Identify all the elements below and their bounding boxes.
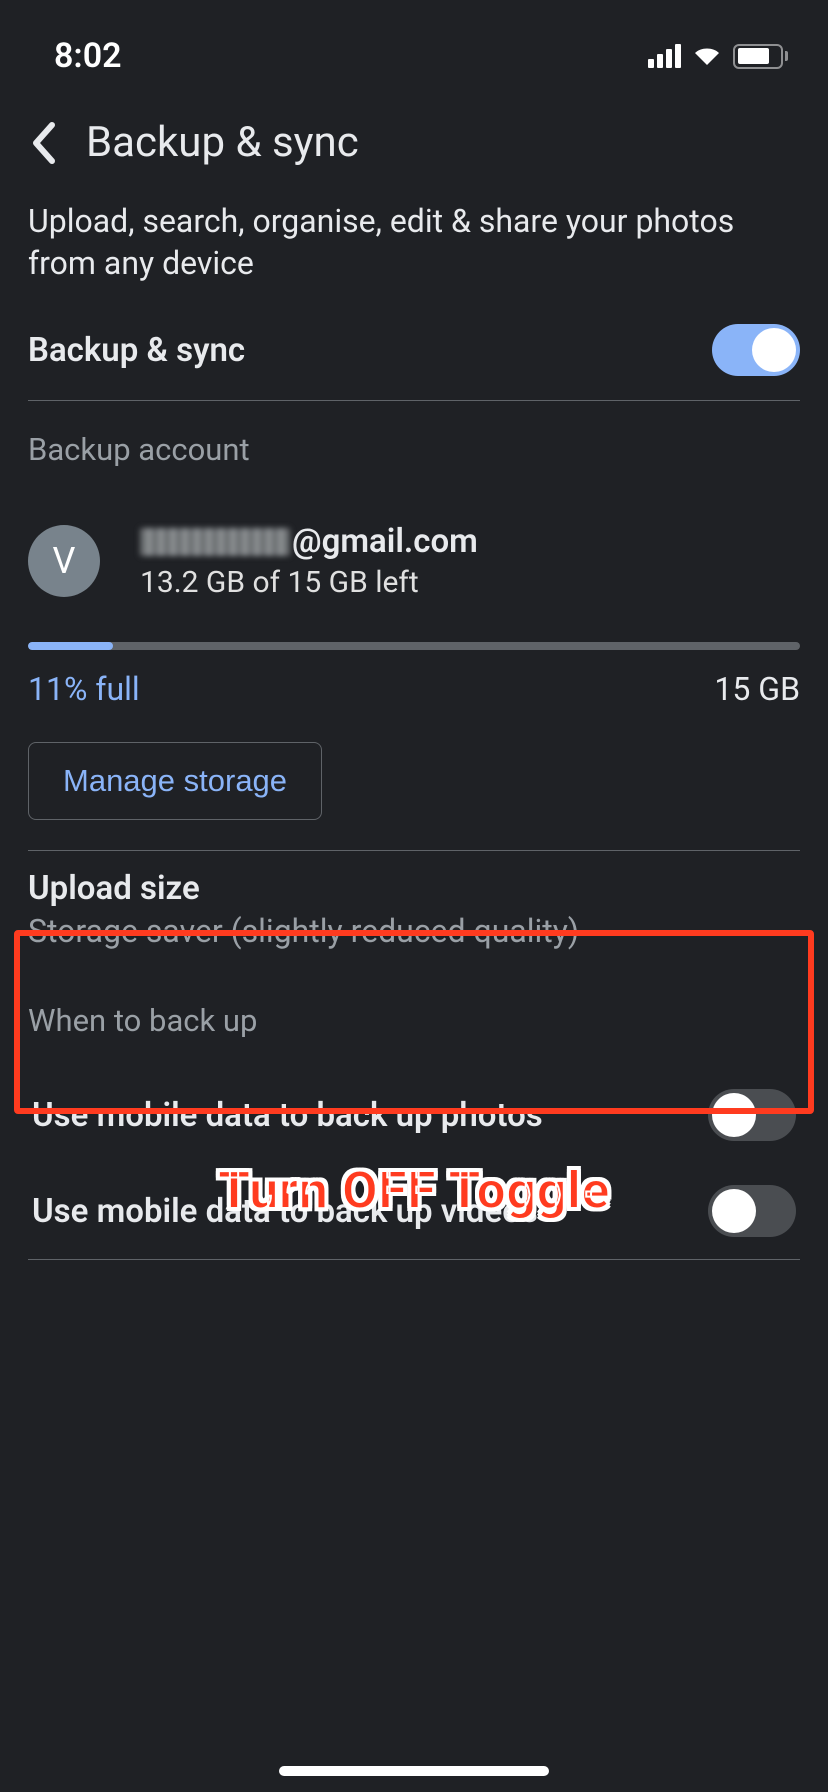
mobile-data-photos-label: Use mobile data to back up photos	[32, 1096, 543, 1135]
email-suffix: @gmail.com	[292, 522, 478, 561]
back-icon[interactable]	[30, 121, 58, 165]
storage-percent: 11% full	[28, 670, 140, 708]
storage-meta: 11% full 15 GB	[28, 650, 800, 742]
account-storage-left: 13.2 GB of 15 GB left	[140, 565, 478, 600]
wifi-icon	[691, 44, 723, 68]
backup-sync-row: Backup & sync	[28, 310, 800, 400]
storage-total: 15 GB	[714, 670, 800, 708]
backup-sync-toggle[interactable]	[712, 324, 800, 376]
upload-size-subtitle: Storage saver (slightly reduced quality)	[28, 912, 800, 950]
storage-progress-fill	[28, 642, 113, 650]
backup-account-caption: Backup account	[28, 401, 800, 486]
status-icons	[648, 44, 788, 69]
status-time: 8:02	[54, 36, 122, 76]
page-description: Upload, search, organise, edit & share y…	[28, 187, 800, 310]
battery-icon	[733, 44, 788, 69]
annotation-text: Turn OFF Toggle	[0, 1160, 828, 1221]
upload-size-title: Upload size	[28, 869, 800, 912]
account-email: @gmail.com	[140, 522, 478, 561]
cellular-signal-icon	[648, 44, 681, 68]
divider	[28, 1259, 800, 1260]
page-title: Backup & sync	[86, 118, 359, 167]
page-header: Backup & sync	[0, 90, 828, 187]
account-row[interactable]: V @gmail.com 13.2 GB of 15 GB left	[28, 486, 800, 630]
upload-size-row[interactable]: Upload size Storage saver (slightly redu…	[28, 851, 800, 960]
backup-sync-label: Backup & sync	[28, 331, 245, 370]
storage-progress-track	[28, 642, 800, 650]
home-indicator[interactable]	[279, 1766, 549, 1776]
redacted-email-prefix	[140, 528, 290, 556]
status-bar: 8:02	[0, 0, 828, 90]
mobile-data-photos-row: Use mobile data to back up photos	[28, 1067, 800, 1163]
when-to-backup-caption: When to back up	[28, 960, 800, 1067]
avatar: V	[28, 525, 100, 597]
manage-storage-button[interactable]: Manage storage	[28, 742, 322, 820]
mobile-data-photos-toggle[interactable]	[708, 1089, 796, 1141]
